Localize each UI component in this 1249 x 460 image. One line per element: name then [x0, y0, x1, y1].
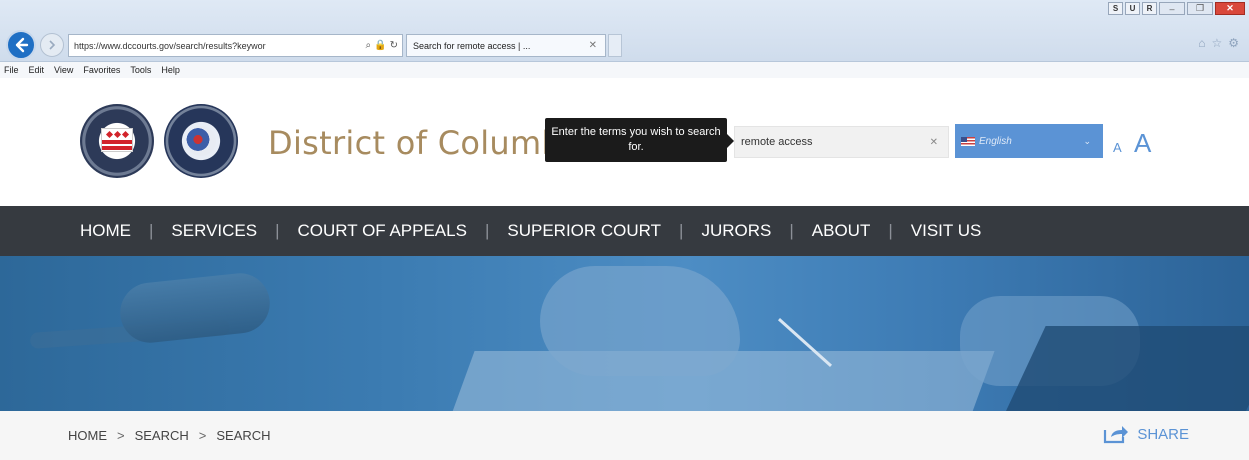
- lock-icon[interactable]: 🔒: [374, 40, 386, 51]
- court-seal-logo[interactable]: [164, 104, 238, 178]
- dc-flag-icon: [101, 128, 133, 152]
- nav-divider: |: [789, 221, 794, 240]
- back-button[interactable]: [6, 30, 36, 60]
- site-header: District of Columbia Enter the terms you…: [0, 78, 1249, 206]
- tab-title: Search for remote access | ...: [413, 40, 531, 51]
- increase-font-button[interactable]: A: [1134, 128, 1151, 159]
- toolbar-s-button[interactable]: S: [1108, 2, 1123, 15]
- nav-divider: |: [888, 221, 893, 240]
- menu-bar: File Edit View Favorites Tools Help: [0, 62, 1249, 78]
- browser-tab[interactable]: Search for remote access | ... ✕: [406, 34, 606, 57]
- breadcrumb-search[interactable]: SEARCH: [135, 428, 189, 443]
- browser-chrome: https://www.dccourts.gov/search/results?…: [0, 0, 1249, 78]
- breadcrumb-separator-icon: >: [198, 428, 207, 443]
- share-button[interactable]: SHARE: [1103, 424, 1189, 444]
- browser-toolbar: https://www.dccourts.gov/search/results?…: [0, 0, 1249, 62]
- breadcrumb-separator-icon: >: [117, 428, 125, 443]
- writing-hand-graphic: [540, 266, 740, 376]
- toolbar-r-button[interactable]: R: [1142, 2, 1157, 15]
- nav-services[interactable]: SERVICES: [171, 221, 257, 241]
- menu-help[interactable]: Help: [161, 65, 180, 75]
- share-label: SHARE: [1137, 425, 1189, 443]
- search-icon[interactable]: ⌕: [366, 40, 372, 51]
- home-icon[interactable]: ⌂: [1198, 36, 1205, 50]
- tab-close-icon[interactable]: ✕: [589, 40, 597, 51]
- dc-courts-seal-logo[interactable]: [80, 104, 154, 178]
- language-label: English: [979, 135, 1012, 147]
- settings-gear-icon[interactable]: ⚙: [1228, 36, 1239, 50]
- chevron-down-icon: ⌄: [1083, 135, 1091, 146]
- forward-button[interactable]: [40, 33, 64, 57]
- new-tab-button[interactable]: [608, 34, 622, 57]
- minimize-button[interactable]: –: [1159, 2, 1185, 15]
- hero-banner-image: [0, 256, 1249, 411]
- maximize-button[interactable]: ❐: [1187, 2, 1213, 15]
- nav-divider: |: [679, 221, 684, 240]
- us-flag-icon: [961, 136, 975, 146]
- close-window-button[interactable]: ✕: [1215, 2, 1245, 15]
- address-bar[interactable]: https://www.dccourts.gov/search/results?…: [68, 34, 403, 57]
- menu-view[interactable]: View: [54, 65, 73, 75]
- back-arrow-icon: [15, 37, 29, 53]
- menu-edit[interactable]: Edit: [29, 65, 45, 75]
- nav-divider: |: [484, 221, 490, 240]
- nav-divider: |: [275, 221, 280, 240]
- main-nav: HOME | SERVICES | COURT OF APPEALS | SUP…: [0, 206, 1249, 256]
- window-controls: S U R – ❐ ✕: [1108, 2, 1245, 15]
- nav-home[interactable]: HOME: [80, 221, 131, 241]
- forward-arrow-icon: [49, 40, 56, 50]
- gavel-graphic: [117, 270, 273, 346]
- nav-superior-court[interactable]: SUPERIOR COURT: [507, 221, 661, 241]
- toolbar-u-button[interactable]: U: [1125, 2, 1140, 15]
- nav-visit-us[interactable]: VISIT US: [911, 221, 982, 241]
- nav-divider: |: [149, 221, 154, 240]
- breadcrumb: HOME > SEARCH > SEARCH: [0, 411, 1249, 460]
- search-tooltip: Enter the terms you wish to search for.: [545, 118, 734, 162]
- favorites-star-icon[interactable]: ☆: [1211, 36, 1222, 50]
- menu-favorites[interactable]: Favorites: [83, 65, 120, 75]
- site-title[interactable]: District of Columbia: [268, 124, 591, 162]
- share-icon: [1104, 426, 1129, 444]
- nav-jurors[interactable]: JURORS: [701, 221, 771, 241]
- nav-about[interactable]: ABOUT: [812, 221, 871, 241]
- seal-emblem-icon: [186, 126, 216, 156]
- breadcrumb-current: SEARCH: [216, 428, 271, 443]
- clear-search-icon[interactable]: ✕: [930, 137, 938, 148]
- decrease-font-button[interactable]: A: [1113, 140, 1122, 155]
- language-select[interactable]: English ⌄: [955, 124, 1103, 158]
- search-input[interactable]: remote access ✕: [734, 126, 949, 158]
- menu-tools[interactable]: Tools: [130, 65, 151, 75]
- address-url: https://www.dccourts.gov/search/results?…: [74, 40, 266, 51]
- menu-file[interactable]: File: [4, 65, 19, 75]
- nav-court-of-appeals[interactable]: COURT OF APPEALS: [298, 221, 467, 241]
- breadcrumb-home[interactable]: HOME: [68, 428, 107, 443]
- refresh-icon[interactable]: ↻: [390, 40, 398, 51]
- search-input-value: remote access: [741, 136, 813, 148]
